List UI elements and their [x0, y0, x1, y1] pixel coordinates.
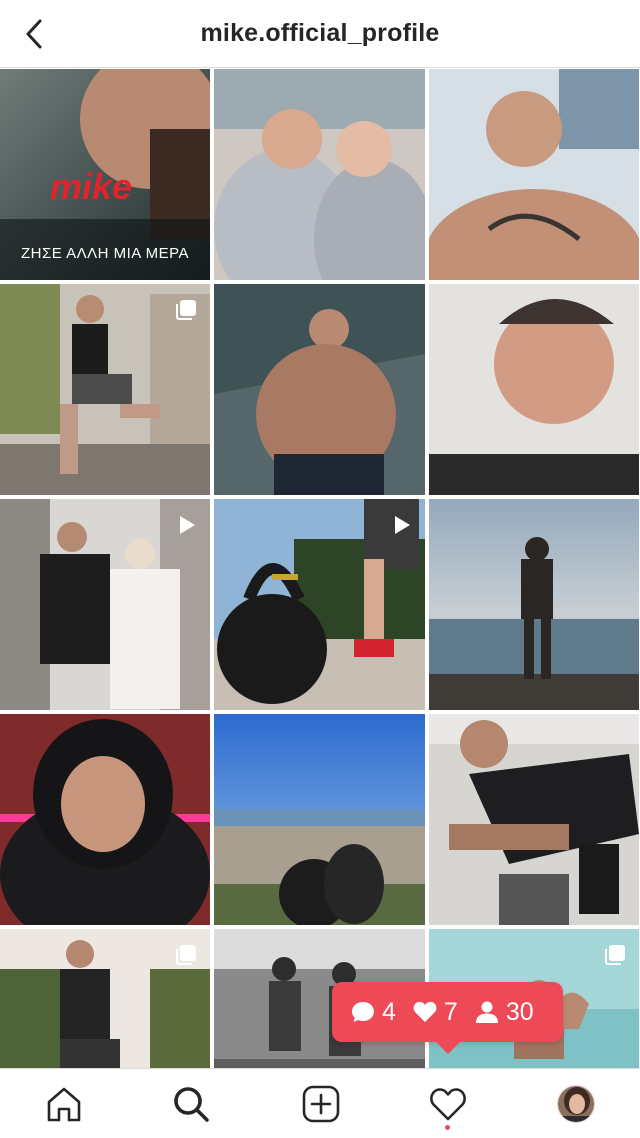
comments-count-value: 4	[382, 997, 396, 1026]
follows-count-value: 30	[505, 997, 534, 1026]
post-image	[429, 714, 639, 925]
post-image	[214, 284, 425, 495]
tab-activity[interactable]	[427, 1083, 469, 1125]
activity-indicator-dot	[445, 1125, 450, 1130]
home-icon	[47, 1087, 81, 1122]
svg-text:mike: mike	[50, 167, 132, 207]
post-tile[interactable]	[214, 284, 425, 495]
video-icon	[180, 516, 195, 534]
tab-profile[interactable]	[555, 1083, 597, 1125]
post-tile[interactable]	[429, 499, 639, 710]
likes-count-value: 7	[443, 997, 458, 1026]
post-tile[interactable]	[0, 714, 210, 925]
page-title: mike.official_profile	[200, 19, 440, 47]
post-tile[interactable]	[214, 714, 425, 925]
post-tile[interactable]: mike ΖΗΣΕ ΑΛΛΗ ΜΙΑ ΜΕΡΑ	[0, 69, 210, 280]
search-icon	[174, 1087, 209, 1122]
post-tile[interactable]	[214, 69, 425, 280]
tab-search[interactable]	[170, 1083, 212, 1125]
activity-notification-bubble[interactable]: 4 7 30	[332, 982, 563, 1054]
heart-icon	[413, 1001, 437, 1022]
likes-count: 7	[412, 998, 458, 1027]
chevron-left-icon	[26, 19, 42, 49]
profile-avatar-image	[558, 1086, 594, 1122]
avatar	[557, 1085, 595, 1123]
posts-grid: mike ΖΗΣΕ ΑΛΛΗ ΜΙΑ ΜΕΡΑ	[0, 69, 640, 1068]
bottom-tab-bar	[0, 1068, 640, 1138]
top-bar: mike.official_profile	[0, 0, 640, 68]
back-button[interactable]	[22, 14, 66, 54]
person-icon	[475, 1001, 498, 1023]
post-tile[interactable]	[0, 929, 210, 1068]
heart-outline-icon	[430, 1088, 466, 1121]
post-tile[interactable]	[429, 714, 639, 925]
post-tile[interactable]	[429, 284, 639, 495]
post-image	[429, 69, 639, 280]
follows-count: 30	[474, 998, 534, 1027]
video-icon	[395, 516, 410, 534]
mike-logo: mike	[50, 167, 132, 207]
post-tile[interactable]	[214, 499, 425, 710]
tab-home[interactable]	[43, 1083, 85, 1125]
post-image	[214, 69, 425, 280]
multiple-photos-icon	[176, 300, 196, 320]
multiple-photos-icon	[176, 945, 196, 965]
comments-count: 4	[350, 998, 396, 1027]
tab-new-post[interactable]	[300, 1083, 342, 1125]
comment-icon	[352, 1002, 374, 1022]
post-tile[interactable]	[0, 499, 210, 710]
post-image	[429, 499, 639, 710]
multiple-photos-icon	[605, 945, 625, 965]
post-tile[interactable]	[429, 69, 639, 280]
post-image	[0, 714, 210, 925]
post-image	[429, 284, 639, 495]
post-caption: ΖΗΣΕ ΑΛΛΗ ΜΙΑ ΜΕΡΑ	[20, 245, 190, 262]
add-post-icon	[302, 1085, 340, 1123]
post-image	[214, 714, 425, 925]
post-tile[interactable]	[0, 284, 210, 495]
